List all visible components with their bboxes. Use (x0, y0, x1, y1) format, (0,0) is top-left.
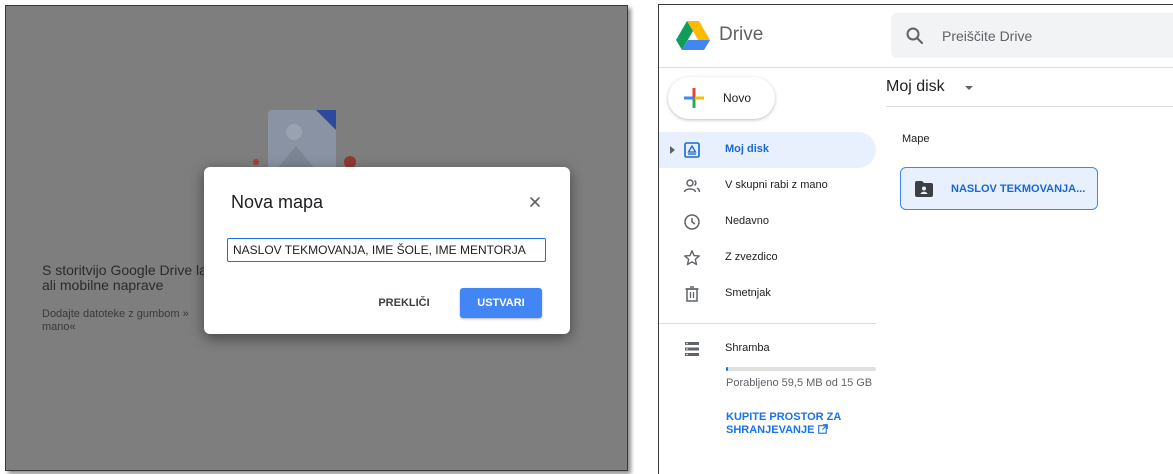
search-input[interactable]: Preiščite Drive (942, 28, 1032, 44)
empty-state-hint: Dodajte datoteke z gumbom » mano« (42, 308, 212, 334)
new-folder-dialog: Nova mapa PREKLIČI USTVARI (204, 167, 570, 334)
new-button-label: Novo (723, 91, 752, 105)
create-button[interactable]: USTVARI (460, 288, 542, 318)
drive-icon (684, 142, 700, 158)
people-icon (683, 179, 701, 193)
folder-card[interactable]: NASLOV TEKMOVANJA... (900, 167, 1098, 210)
sidebar-item-shared[interactable]: V skupni rabi z mano (659, 168, 876, 204)
buy-storage-link[interactable]: KUPITE PROSTOR ZA SHRANJEVANJE (726, 411, 876, 437)
sidebar-item-label: Moj disk (725, 143, 770, 155)
new-folder-dialog-screen: S storitvijo Google Drive la ali mobilne… (5, 5, 628, 471)
sidebar-divider (659, 323, 876, 324)
sidebar-item-label: Smetnjak (725, 287, 771, 299)
sidebar-item-storage[interactable]: Shramba (659, 331, 876, 367)
clock-icon (684, 214, 700, 230)
external-link-icon (817, 424, 828, 434)
app-title: Drive (719, 24, 764, 45)
search-icon[interactable] (905, 26, 925, 46)
folders-section-label: Mape (902, 133, 930, 145)
close-icon[interactable] (524, 191, 546, 213)
empty-drive-illustration (253, 110, 356, 170)
storage-progress-bar (726, 367, 876, 371)
drive-main-screen: Drive Preiščite Drive Novo Moj disk V sk… (658, 4, 1173, 474)
sidebar-item-starred[interactable]: Z zvezdico (659, 240, 876, 276)
page-title[interactable]: Moj disk (886, 78, 945, 96)
sidebar-item-my-drive[interactable]: Moj disk (659, 132, 876, 168)
sidebar-item-label: Nedavno (725, 215, 770, 227)
drive-logo-icon[interactable] (676, 20, 710, 50)
sidebar-item-label: Z zvezdico (725, 251, 778, 263)
folder-name: NASLOV TEKMOVANJA... (951, 183, 1086, 195)
storage-icon (685, 342, 699, 356)
cancel-button[interactable]: PREKLIČI (364, 289, 444, 317)
dialog-title: Nova mapa (231, 192, 324, 212)
expand-arrow-icon[interactable] (670, 146, 675, 154)
search-box[interactable]: Preiščite Drive (891, 13, 1173, 58)
empty-state-hint-line2: mano« (42, 321, 76, 333)
shared-folder-icon (915, 181, 933, 197)
empty-state-hint-line1: Dodajte datoteke z gumbom » (42, 308, 189, 320)
chevron-down-icon[interactable] (965, 86, 973, 90)
sidebar-item-label: Shramba (725, 342, 770, 354)
new-button[interactable]: Novo (668, 77, 775, 119)
storage-usage-text: Porabljeno 59,5 MB od 15 GB (726, 377, 873, 389)
top-bar: Drive Preiščite Drive (659, 5, 1173, 68)
folder-name-input[interactable] (227, 238, 546, 262)
empty-state-title-line2: ali mobilne naprave (42, 277, 164, 293)
sidebar-item-label: V skupni rabi z mano (725, 179, 828, 191)
star-icon (684, 250, 700, 266)
empty-state-title: S storitvijo Google Drive la ali mobilne… (42, 263, 212, 293)
sidebar-item-trash[interactable]: Smetnjak (659, 276, 876, 312)
plus-icon (684, 88, 704, 108)
storage-progress-fill (726, 367, 728, 371)
sidebar-item-recent[interactable]: Nedavno (659, 204, 876, 240)
main-divider (886, 106, 1173, 107)
empty-state-title-line1: S storitvijo Google Drive la (42, 263, 207, 278)
trash-icon (685, 286, 699, 302)
